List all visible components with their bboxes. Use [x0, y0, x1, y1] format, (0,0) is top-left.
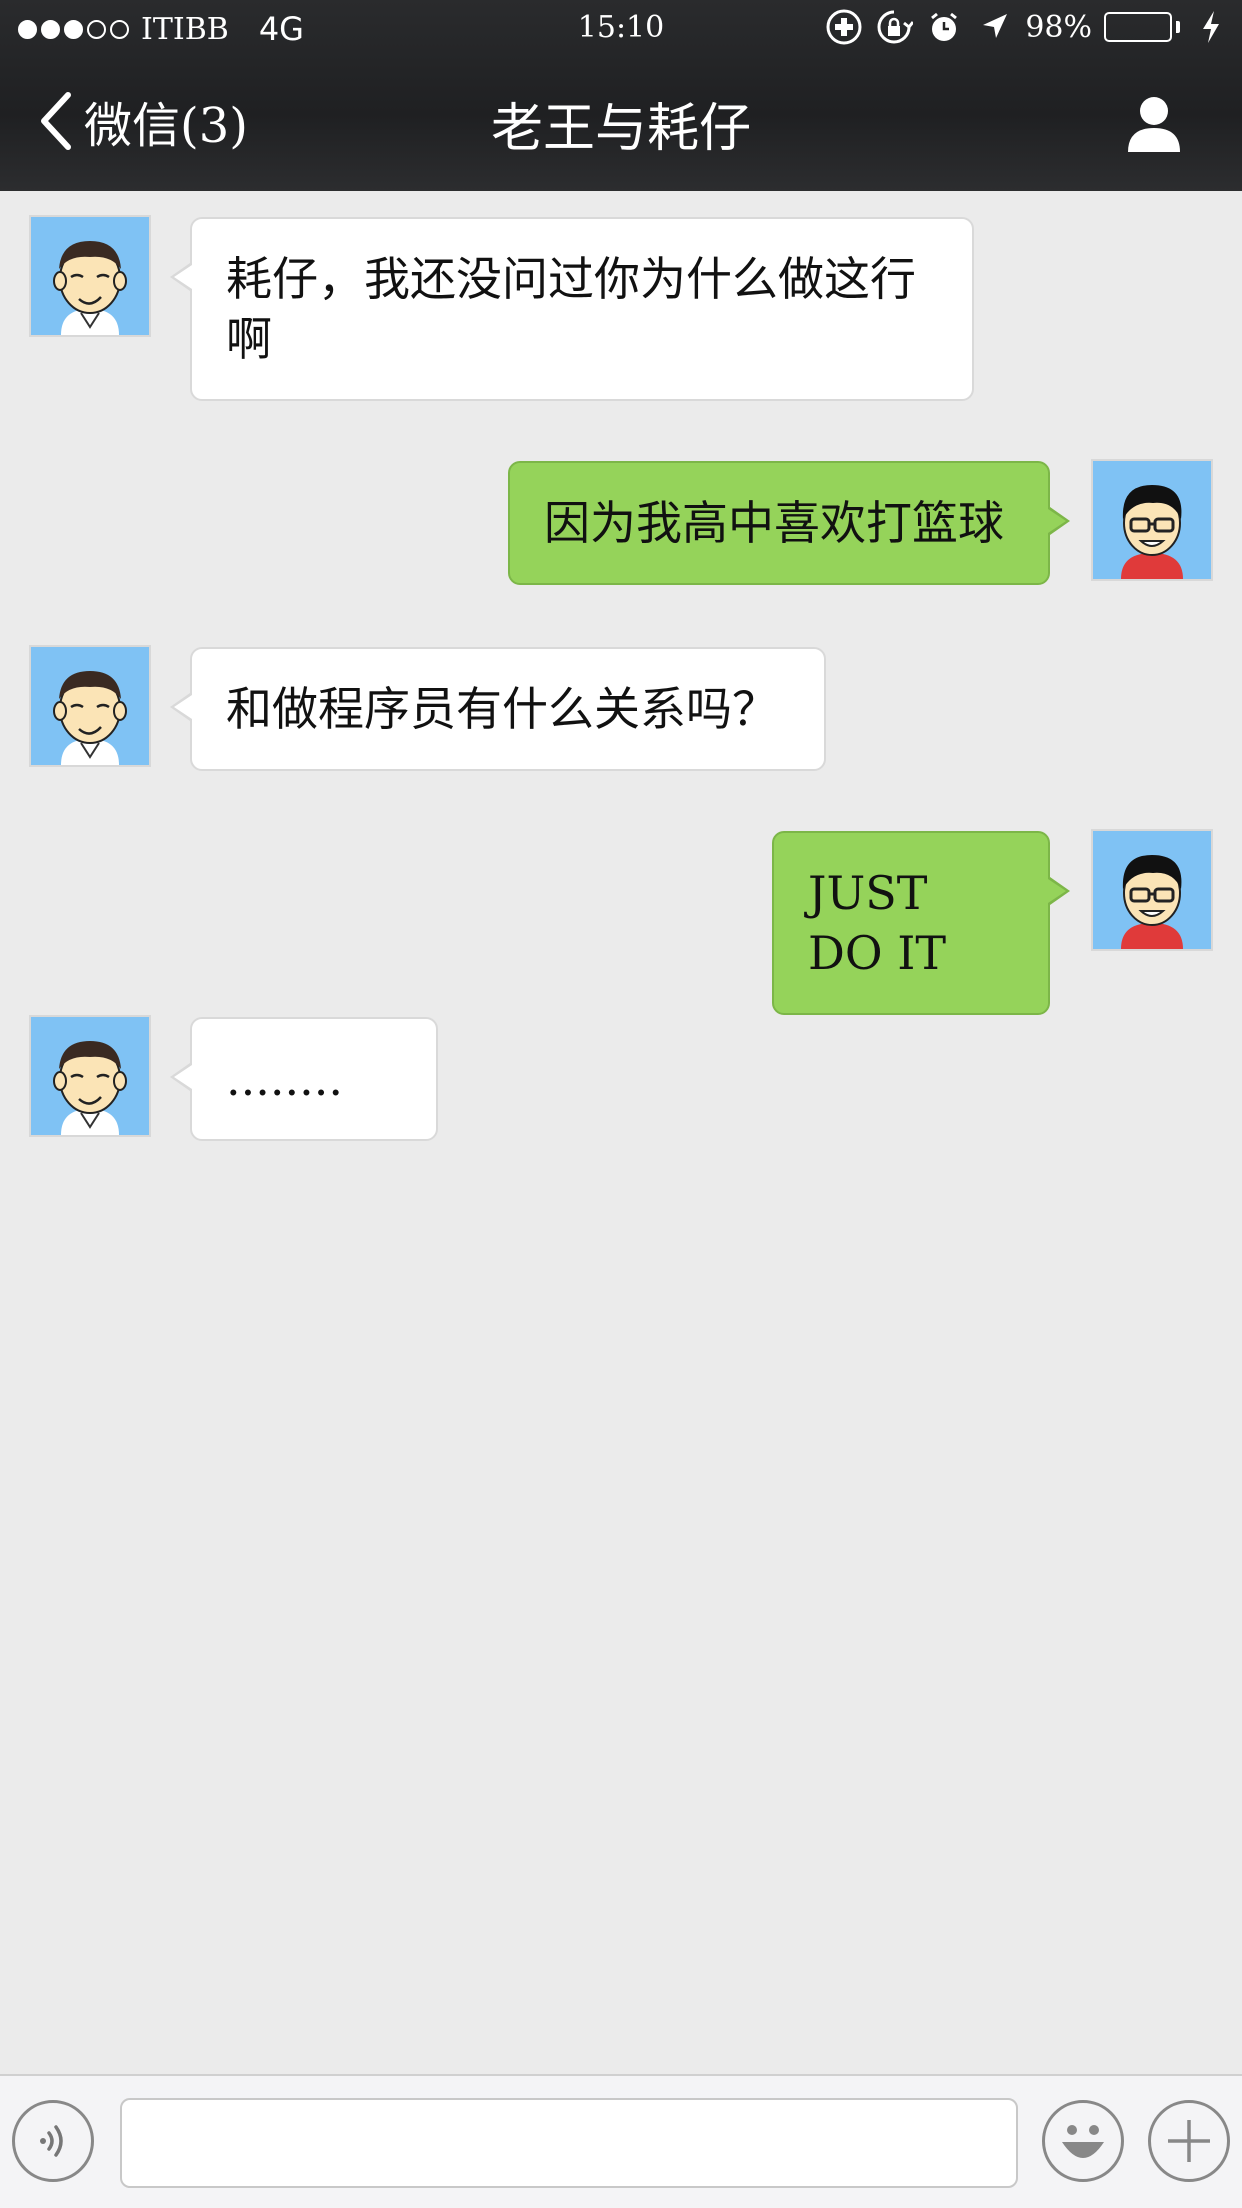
message-text: JUST DO IT: [808, 866, 947, 980]
input-bar: [0, 2074, 1242, 2208]
battery-icon: [1104, 12, 1180, 42]
top-bar: ITIBB 4G 15:10 98% 微信(3) 老王与耗仔: [0, 0, 1242, 191]
message-bubble[interactable]: ........: [170, 1017, 438, 1141]
message-text-line: 啊: [226, 312, 272, 366]
battery-percent: 98%: [1025, 9, 1092, 45]
status-right: 98%: [825, 8, 1230, 46]
more-options-button[interactable]: [1148, 2100, 1230, 2182]
voice-button[interactable]: [12, 2100, 94, 2182]
location-arrow-icon: [975, 8, 1013, 46]
message-text: 和做程序员有什么关系吗？: [226, 682, 778, 736]
message-input[interactable]: [120, 2098, 1018, 2188]
message-bubble[interactable]: 和做程序员有什么关系吗？: [170, 647, 826, 771]
message-bubble[interactable]: 耗仔，我还没问过你为什么做这行 啊: [170, 217, 974, 401]
emoji-button[interactable]: [1042, 2100, 1124, 2182]
navigation-bar: 微信(3) 老王与耗仔: [0, 58, 1242, 191]
message-bubble[interactable]: JUST DO IT: [772, 831, 1070, 1015]
chat-title: 老王与耗仔: [490, 99, 751, 159]
rotation-lock-icon: [875, 8, 914, 46]
voice-icon: [40, 2125, 63, 2157]
haozai-avatar[interactable]: [1091, 829, 1213, 951]
status-bar: ITIBB 4G 15:10 98%: [0, 0, 1242, 58]
emoji-icon: [1062, 2125, 1104, 2158]
message-text-line: 耗仔，我还没问过你为什么做这行: [226, 252, 916, 306]
laowang-avatar[interactable]: [29, 215, 151, 337]
laowang-avatar[interactable]: [29, 645, 151, 767]
haozai-avatar[interactable]: [1091, 459, 1213, 581]
message-list[interactable]: 耗仔，我还没问过你为什么做这行 啊 因为我高中喜欢打篮球 和做程序员有什么关系吗…: [0, 191, 1242, 2074]
person-icon: [1128, 97, 1180, 152]
charging-bolt-icon: [1192, 8, 1230, 46]
message-text: ........: [226, 1052, 343, 1106]
add-circle-icon: [825, 8, 863, 46]
alarm-icon: [925, 8, 963, 46]
message-bubble[interactable]: 因为我高中喜欢打篮球: [508, 461, 1070, 585]
plus-icon: [1168, 2120, 1210, 2162]
message-text: 因为我高中喜欢打篮球: [544, 496, 1004, 550]
laowang-avatar[interactable]: [29, 1015, 151, 1137]
chat-info-button[interactable]: [1124, 94, 1184, 154]
